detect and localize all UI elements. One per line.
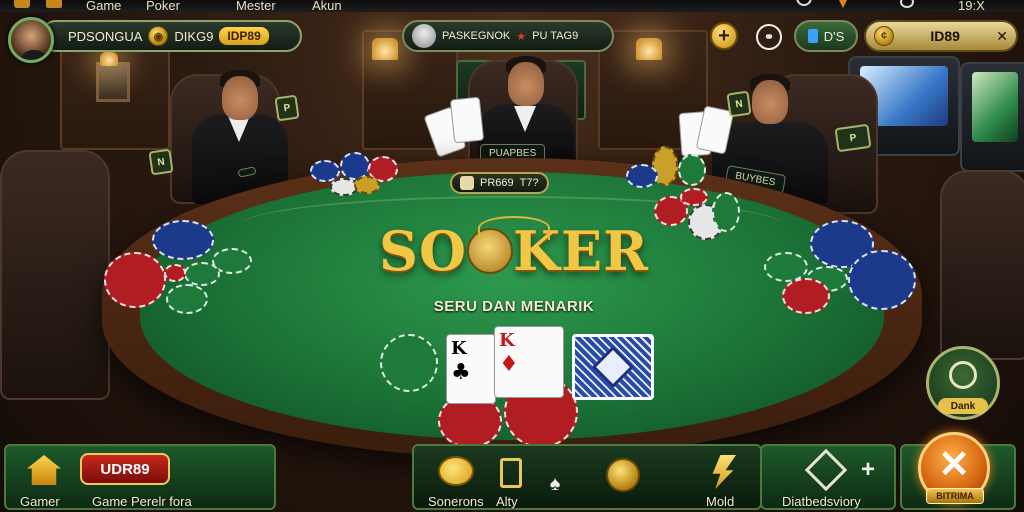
chip-stack: [378, 334, 442, 394]
slot-machine: [960, 62, 1024, 172]
seat-badge: P: [274, 94, 300, 122]
cross-swords-icon: ✕: [938, 444, 970, 486]
wall-picture: [96, 62, 130, 102]
top-menu-logo-icon[interactable]: [14, 0, 30, 8]
bonus-icon: [949, 361, 977, 389]
pot-display: PR669 T7?: [450, 172, 549, 194]
top-menu-item-mester[interactable]: Mester: [236, 0, 276, 13]
seat-badge: N: [726, 90, 752, 118]
sonerons-label: Sonerons: [428, 494, 484, 509]
diamond-button[interactable]: [804, 448, 848, 492]
diatbedsviory-label: Diatbedsviory: [782, 494, 861, 509]
main-action-label: BITRIMA: [926, 488, 984, 504]
home-icon: [27, 455, 61, 485]
pot-icon: [460, 176, 474, 190]
rewards-icon[interactable]: ⚭: [756, 24, 782, 50]
spade-button[interactable]: ♠: [540, 470, 570, 498]
chip-stack: [762, 218, 922, 318]
home-label: Gamer: [20, 494, 60, 509]
chip-stack: [310, 152, 400, 202]
seat-badge: N: [148, 148, 174, 176]
currency-bar[interactable]: ¢ ID89 ✕: [864, 20, 1018, 52]
player-name: PDSONGUA: [68, 28, 143, 44]
balance-badge[interactable]: UDR89: [80, 453, 170, 485]
mold-label: Mold: [706, 494, 735, 509]
chick-icon: [438, 456, 474, 486]
plus-button[interactable]: +: [856, 456, 880, 483]
wall-lamp: [636, 38, 662, 60]
star-icon: ★: [516, 30, 527, 43]
player-currency-badge[interactable]: IDP89: [219, 27, 269, 45]
top-menu-item-akun[interactable]: Akun: [312, 0, 342, 13]
host-tag: PU TAG9: [532, 30, 579, 42]
wall-lamp: [100, 52, 118, 66]
player-coin-label: DIKG9: [174, 28, 214, 44]
diamond-icon: [804, 448, 848, 492]
wall-lamp: [372, 38, 398, 60]
wallet-icon: [807, 29, 818, 43]
mold-button[interactable]: [706, 454, 740, 490]
alty-label: Alty: [496, 494, 518, 509]
top-menu-item-poker[interactable]: Poker: [146, 0, 180, 13]
top-menu-grid-icon[interactable]: [46, 0, 62, 8]
dollar-button[interactable]: D'S: [794, 20, 858, 52]
spade-icon: ♠: [549, 472, 561, 495]
empty-chair-left: [0, 150, 110, 400]
host-name: PASKEGNOK: [442, 30, 511, 42]
home-button[interactable]: [24, 452, 64, 488]
logo-tagline: SERU DAN MENARIK: [433, 298, 595, 315]
clock: 19:X: [958, 0, 985, 13]
currency-value: ID89: [930, 28, 960, 44]
alty-button[interactable]: [496, 456, 526, 490]
sonerons-button[interactable]: [436, 452, 476, 490]
logo-crest-icon: [478, 216, 550, 240]
game-logo: SO KER SERU DAN MENARIK: [372, 216, 656, 315]
currency-coin-icon: ¢: [874, 26, 894, 46]
table-card: K ♣: [446, 334, 496, 404]
table-card-back: [572, 334, 654, 400]
logo-text-left: SO: [378, 219, 468, 283]
lightning-icon: [712, 455, 736, 489]
coin-button[interactable]: [604, 456, 642, 494]
player-avatar[interactable]: [8, 17, 54, 63]
top-menu-item-game[interactable]: Game: [86, 0, 121, 13]
chip-stack: [104, 218, 254, 318]
table-host-bar[interactable]: PASKEGNOK ★ PU TAG9: [402, 20, 614, 52]
add-button[interactable]: +: [710, 22, 738, 50]
table-card: K ♦: [494, 326, 564, 398]
bonus-button-label: Dank: [938, 398, 988, 414]
coin-icon: [606, 458, 640, 492]
held-card: [449, 96, 485, 144]
empty-chair-right: [940, 170, 1024, 360]
player-info-bar[interactable]: PDSONGUA ◉ DIKG9 IDP89: [40, 20, 302, 52]
close-icon[interactable]: ✕: [996, 28, 1008, 45]
host-avatar-icon: [412, 24, 436, 48]
seat-badge: P: [834, 123, 872, 153]
game-label[interactable]: Game Perelr fora: [92, 494, 192, 509]
chip-icon: ◉: [148, 26, 169, 46]
music-icon: [500, 458, 522, 488]
